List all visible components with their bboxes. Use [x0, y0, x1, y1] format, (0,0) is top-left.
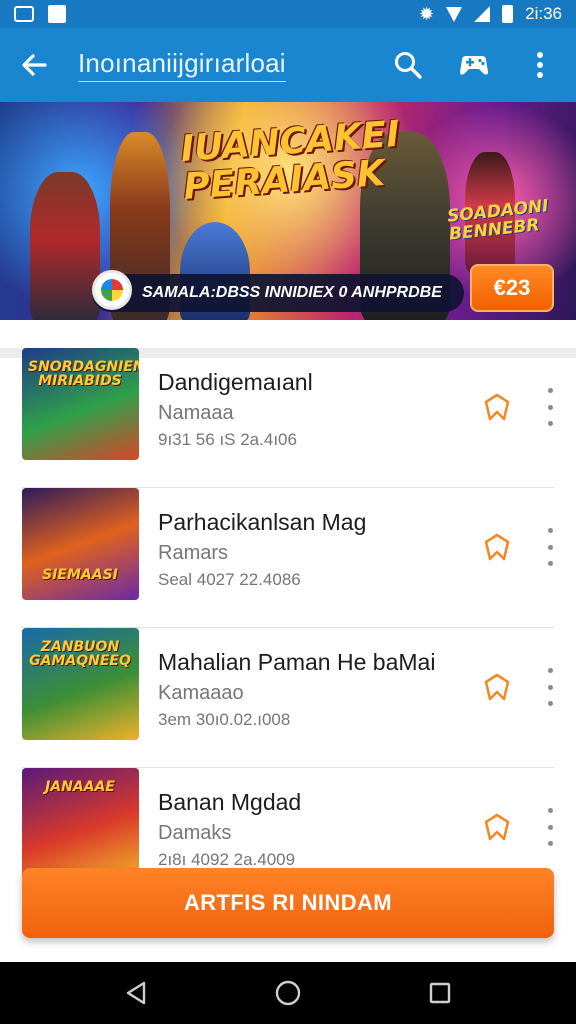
arrow-back-icon	[22, 54, 47, 76]
game-meta: 2ı8ı 4092 2a.4009	[158, 850, 296, 869]
app-bar-actions	[386, 43, 562, 87]
game-name: Mahalian Paman He baMai	[158, 649, 436, 675]
status-bar: ✹ 2i:36	[0, 0, 576, 28]
game-meta: 3em 30ı0.02.ı008	[158, 710, 291, 729]
game-list: SNORDAGNIEN MIRIABIDS Dandigemaıanl Nama…	[0, 348, 576, 908]
thumbnail-title: ZANBUON GAMAQNEEQ	[29, 639, 131, 669]
item-more-button[interactable]	[542, 668, 558, 706]
store-badge-logo	[101, 279, 123, 301]
more-vert-icon	[537, 52, 543, 78]
bookmark-icon[interactable]	[480, 810, 514, 844]
app-bar: Inoınaniijgirıarloai	[0, 28, 576, 102]
list-item[interactable]: ZANBUON GAMAQNEEQ Mahalian Paman He baMa…	[22, 628, 554, 768]
game-name: Parhacikanlsan Mag	[158, 509, 367, 535]
gamepad-icon	[460, 56, 488, 75]
game-developer: Namaaa	[158, 402, 234, 424]
game-thumbnail[interactable]: SIEMAASI	[22, 488, 139, 600]
item-more-button[interactable]	[542, 388, 558, 426]
signal-icon	[474, 6, 491, 22]
status-left	[14, 5, 66, 23]
home-circle-icon	[275, 980, 301, 1006]
game-info: Mahalian Paman He baMai Kamaaao 3em 30ı0…	[158, 648, 458, 730]
game-thumbnail[interactable]: JANAAAE	[22, 768, 139, 880]
game-meta: 9ı31 56 ıS 2a.4ı06	[158, 430, 297, 449]
system-nav-bar	[0, 962, 576, 1024]
store-badge-icon	[92, 270, 132, 310]
game-developer: Kamaaao	[158, 682, 244, 704]
game-thumbnail[interactable]: SNORDAGNIEN MIRIABIDS	[22, 348, 139, 460]
game-info: Dandigemaıanl Namaaa 9ı31 56 ıS 2a.4ı06	[158, 368, 458, 450]
list-item[interactable]: SIEMAASI Parhacikanlsan Mag Ramars Seal …	[22, 488, 554, 628]
settings-icon: ✹	[419, 4, 435, 24]
price-button[interactable]: €23	[470, 264, 554, 312]
thumbnail-title: SIEMAASI	[42, 567, 118, 583]
thumbnail-title: JANAAAE	[45, 779, 115, 795]
nav-recents-button[interactable]	[416, 969, 464, 1017]
game-meta: Seal 4027 22.4086	[158, 570, 301, 589]
game-name: Banan Mɡdad	[158, 789, 302, 815]
status-right: ✹ 2i:36	[419, 4, 562, 24]
game-name: Dandigemaıanl	[158, 369, 313, 395]
bookmark-icon[interactable]	[480, 390, 514, 424]
back-button[interactable]	[14, 45, 54, 85]
back-triangle-icon	[126, 981, 146, 1005]
recents-square-icon	[429, 982, 451, 1004]
game-developer: Ramars	[158, 542, 229, 564]
gamepad-button[interactable]	[452, 43, 496, 87]
wifi-icon	[446, 6, 463, 22]
search-icon	[395, 52, 422, 79]
list-item[interactable]: SNORDAGNIEN MIRIABIDS Dandigemaıanl Nama…	[22, 348, 554, 488]
game-info: Parhacikanlsan Mag Ramars Seal 4027 22.4…	[158, 508, 458, 590]
item-more-button[interactable]	[542, 808, 558, 846]
banner-title: IUANCAKEI PERAIASK	[179, 113, 401, 208]
thumbnail-title: SNORDAGNIEN MIRIABIDS	[28, 359, 139, 389]
photo-icon	[48, 5, 66, 23]
bookmark-icon[interactable]	[480, 670, 514, 704]
nav-home-button[interactable]	[264, 969, 312, 1017]
item-more-button[interactable]	[542, 528, 558, 566]
game-thumbnail[interactable]: ZANBUON GAMAQNEEQ	[22, 628, 139, 740]
primary-action-button[interactable]: ARTFIS RI NINDAM	[22, 868, 554, 938]
voicemail-icon	[14, 6, 34, 22]
bookmark-icon[interactable]	[480, 530, 514, 564]
status-time: 2i:36	[525, 4, 562, 23]
game-developer: Damaks	[158, 822, 232, 844]
game-info: Banan Mɡdad Damaks 2ı8ı 4092 2a.4009	[158, 788, 458, 870]
page-title: Inoınaniijgirıarloai	[78, 48, 286, 82]
search-button[interactable]	[386, 43, 430, 87]
nav-back-button[interactable]	[112, 969, 160, 1017]
banner-promo-strip: SAMALA:DBSS INNIDIEX 0 ANHPRDBE	[92, 274, 464, 312]
battery-icon	[502, 5, 514, 23]
screen: ✹ 2i:36 Inoınaniijgirıarloai IUANCAKEI P…	[0, 0, 576, 1024]
more-options-button[interactable]	[518, 43, 562, 87]
banner-promo-text: SAMALA:DBSS INNIDIEX 0 ANHPRDBE	[142, 284, 442, 301]
banner-hero-left	[30, 172, 100, 320]
